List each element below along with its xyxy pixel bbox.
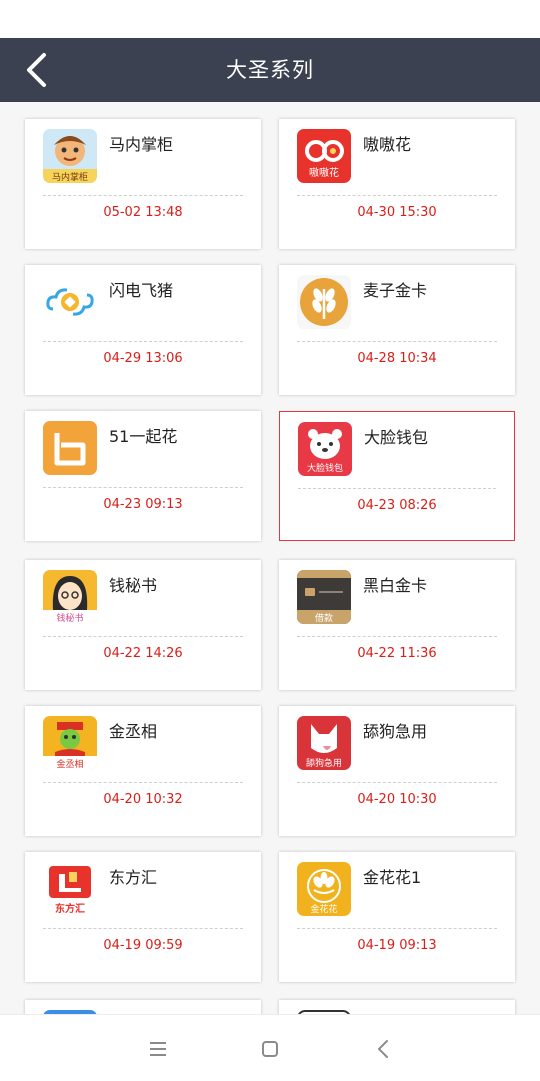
gold-flower-icon: 金花花 bbox=[297, 862, 351, 916]
app-name: 钱秘书 bbox=[109, 576, 158, 595]
app-card[interactable]: 金丞相 金丞相 04-20 10:32 bbox=[25, 706, 261, 836]
app-card[interactable]: 马内掌柜 马内掌柜 05-02 13:48 bbox=[25, 119, 261, 249]
svg-text:舔狗急用: 舔狗急用 bbox=[306, 757, 342, 769]
svg-text:借款: 借款 bbox=[315, 612, 333, 624]
majordomo-mascot-icon: 马内掌柜 bbox=[43, 129, 97, 183]
ao-ao-hua-icon: 嗷嗷花 bbox=[297, 129, 351, 183]
cloud-coin-icon bbox=[43, 275, 97, 329]
svg-text:马内掌柜: 马内掌柜 bbox=[52, 171, 88, 183]
svg-text:金丞相: 金丞相 bbox=[56, 758, 83, 770]
app-time: 04-19 09:13 bbox=[357, 938, 437, 953]
app-time: 04-30 15:30 bbox=[357, 205, 437, 220]
app-name: 舔狗急用 bbox=[363, 722, 428, 741]
svg-text:东方汇: 东方汇 bbox=[55, 902, 85, 915]
system-back-button[interactable] bbox=[368, 1033, 400, 1065]
app-time: 04-28 10:34 bbox=[357, 351, 437, 366]
app-name: 金花花1 bbox=[363, 868, 422, 887]
menu-icon bbox=[150, 1042, 166, 1056]
divider bbox=[297, 782, 497, 783]
app-grid[interactable]: 马内掌柜 马内掌柜 05-02 13:48 嗷嗷花 嗷嗷花 04-30 15:3… bbox=[0, 102, 540, 1014]
orange-b-icon bbox=[43, 421, 97, 475]
home-square-icon bbox=[262, 1041, 278, 1057]
app-name: 麦子金卡 bbox=[363, 281, 428, 300]
app-time: 04-23 09:13 bbox=[103, 497, 183, 512]
app-name: 嗷嗷花 bbox=[363, 135, 412, 154]
bear-face-icon: 大脸钱包 bbox=[298, 422, 352, 476]
app-name: 黑白金卡 bbox=[363, 576, 428, 595]
app-time: 05-02 13:48 bbox=[103, 205, 183, 220]
app-time: 04-19 09:59 bbox=[103, 938, 183, 953]
svg-text:金花花: 金花花 bbox=[310, 903, 337, 915]
app-name: 闪电飞猪 bbox=[109, 281, 174, 300]
menu-button[interactable] bbox=[142, 1033, 174, 1065]
chancellor-icon: 金丞相 bbox=[43, 716, 97, 770]
app-card[interactable]: 舔狗急用 舔狗急用 04-20 10:30 bbox=[279, 706, 515, 836]
header-bar: 大圣系列 bbox=[0, 38, 540, 102]
svg-text:大脸钱包: 大脸钱包 bbox=[307, 462, 343, 474]
app-card[interactable]: 闪电飞猪 04-29 13:06 bbox=[25, 265, 261, 395]
divider bbox=[43, 341, 243, 342]
app-card[interactable]: 麦子金卡 04-28 10:34 bbox=[279, 265, 515, 395]
status-bar bbox=[0, 0, 540, 38]
app-card[interactable]: 金花花 金花花1 04-19 09:13 bbox=[279, 852, 515, 982]
wheat-icon bbox=[297, 275, 351, 329]
divider bbox=[43, 928, 243, 929]
svg-text:钱秘书: 钱秘书 bbox=[56, 612, 83, 624]
app-time: 04-22 14:26 bbox=[103, 646, 183, 661]
divider bbox=[43, 195, 243, 196]
app-card[interactable]: 51一起花 04-23 09:13 bbox=[25, 411, 261, 541]
app-time: 04-23 08:26 bbox=[357, 498, 437, 513]
app-card[interactable]: 借款 黑白金卡 04-22 11:36 bbox=[279, 560, 515, 690]
app-name: 东方汇 bbox=[109, 868, 158, 887]
app-card[interactable]: 钱秘书 钱秘书 04-22 14:26 bbox=[25, 560, 261, 690]
divider bbox=[298, 488, 496, 489]
app-time: 04-20 10:32 bbox=[103, 792, 183, 807]
app-card[interactable]: 东方汇 东方汇 04-19 09:59 bbox=[25, 852, 261, 982]
divider bbox=[43, 782, 243, 783]
app-card-selected[interactable]: 大脸钱包 大脸钱包 04-23 08:26 bbox=[279, 411, 515, 541]
divider bbox=[297, 636, 497, 637]
page-title: 大圣系列 bbox=[226, 58, 314, 82]
secretary-girl-icon: 钱秘书 bbox=[43, 570, 97, 624]
app-name: 金丞相 bbox=[109, 722, 158, 741]
system-nav-bar bbox=[0, 1014, 540, 1081]
divider bbox=[43, 636, 243, 637]
app-name: 马内掌柜 bbox=[109, 135, 174, 154]
app-name: 51一起花 bbox=[109, 427, 178, 446]
app-card[interactable] bbox=[279, 1000, 515, 1014]
app-time: 04-29 13:06 bbox=[103, 351, 183, 366]
app-time: 04-20 10:30 bbox=[357, 792, 437, 807]
dongfanghui-logo-icon: 东方汇 bbox=[43, 862, 97, 916]
dog-head-icon: 舔狗急用 bbox=[297, 716, 351, 770]
divider bbox=[297, 928, 497, 929]
svg-text:嗷嗷花: 嗷嗷花 bbox=[309, 166, 339, 179]
divider bbox=[297, 341, 497, 342]
app-card[interactable] bbox=[25, 1000, 261, 1014]
home-button[interactable] bbox=[254, 1033, 286, 1065]
divider bbox=[43, 487, 243, 488]
app-time: 04-22 11:36 bbox=[357, 646, 437, 661]
black-card-icon: 借款 bbox=[297, 570, 351, 624]
app-name: 大脸钱包 bbox=[364, 428, 429, 447]
chevron-left-icon bbox=[378, 1040, 388, 1058]
app-card[interactable]: 嗷嗷花 嗷嗷花 04-30 15:30 bbox=[279, 119, 515, 249]
divider bbox=[297, 195, 497, 196]
